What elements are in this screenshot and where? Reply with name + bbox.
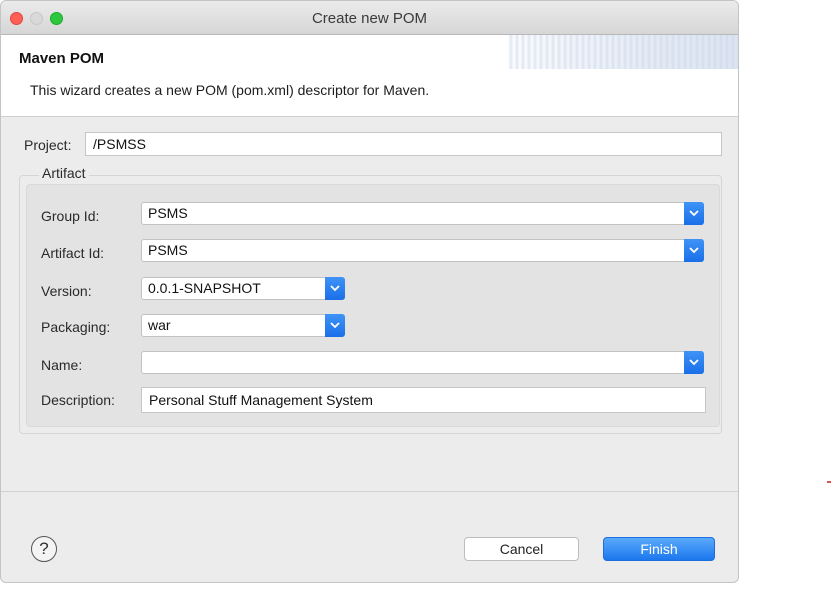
packaging-dropdown-button[interactable] bbox=[325, 314, 345, 337]
banner-graphic bbox=[508, 35, 738, 69]
version-value: 0.0.1-SNAPSHOT bbox=[148, 280, 261, 296]
artifact-id-combo[interactable]: PSMS bbox=[141, 239, 704, 262]
help-icon[interactable]: ? bbox=[31, 536, 57, 562]
group-id-dropdown-button[interactable] bbox=[684, 202, 704, 225]
group-id-combo[interactable]: PSMS bbox=[141, 202, 704, 225]
chevron-down-icon bbox=[330, 285, 340, 292]
description-label: Description: bbox=[41, 392, 115, 408]
banner-title: Maven POM bbox=[19, 50, 105, 67]
project-field[interactable]: /PSMSS bbox=[85, 132, 722, 156]
name-label: Name: bbox=[41, 357, 83, 373]
artifact-id-value: PSMS bbox=[148, 242, 188, 258]
chevron-down-icon bbox=[689, 247, 699, 254]
version-label: Version: bbox=[41, 283, 92, 299]
chevron-down-icon bbox=[689, 210, 699, 217]
name-combo[interactable] bbox=[141, 351, 704, 374]
artifact-id-label: Artifact Id: bbox=[41, 245, 105, 261]
create-pom-dialog: Create new POM Maven POM This wizard cre… bbox=[0, 0, 739, 583]
group-id-value: PSMS bbox=[148, 205, 188, 221]
stray-red-mark bbox=[827, 481, 831, 483]
packaging-value: war bbox=[148, 317, 171, 333]
banner-description: This wizard creates a new POM (pom.xml) … bbox=[30, 82, 430, 98]
project-label: Project: bbox=[24, 137, 72, 153]
version-dropdown-button[interactable] bbox=[325, 277, 345, 300]
description-field[interactable]: Personal Stuff Management System bbox=[141, 387, 706, 413]
name-dropdown-button[interactable] bbox=[684, 351, 704, 374]
version-combo[interactable]: 0.0.1-SNAPSHOT bbox=[141, 277, 345, 300]
wizard-banner: Maven POM This wizard creates a new POM … bbox=[1, 35, 738, 117]
group-id-label: Group Id: bbox=[41, 208, 100, 224]
title-bar: Create new POM bbox=[1, 1, 738, 35]
packaging-combo[interactable]: war bbox=[141, 314, 345, 337]
chevron-down-icon bbox=[330, 322, 340, 329]
artifact-id-dropdown-button[interactable] bbox=[684, 239, 704, 262]
cancel-button[interactable]: Cancel bbox=[464, 537, 579, 561]
window-title: Create new POM bbox=[311, 10, 428, 27]
packaging-label: Packaging: bbox=[41, 319, 111, 335]
chevron-down-icon bbox=[689, 359, 699, 366]
finish-button[interactable]: Finish bbox=[603, 537, 715, 561]
footer-separator bbox=[1, 491, 738, 492]
artifact-group-title: Artifact bbox=[39, 165, 89, 181]
